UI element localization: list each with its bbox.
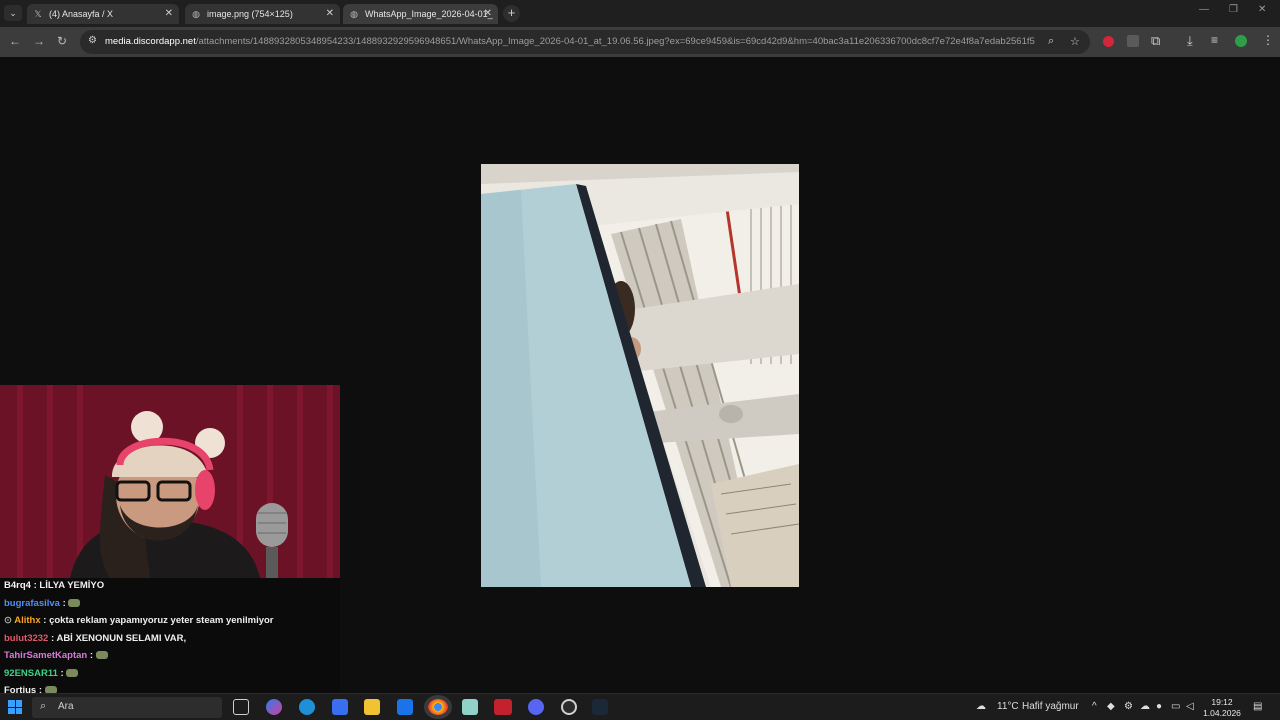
chat-username[interactable]: Alithx — [14, 615, 40, 626]
back-icon[interactable]: ← — [9, 34, 21, 48]
streamer-webcam — [0, 385, 340, 578]
browser-toolbar: ← → ↻ ⚙ media.discordapp.net/attachments… — [0, 27, 1280, 57]
chat-message: TahirSametKaptan : — [4, 650, 336, 668]
chat-separator: : — [87, 650, 96, 661]
profile-avatar-icon[interactable] — [1235, 35, 1247, 47]
chat-message: 92ENSAR11 : — [4, 668, 336, 686]
microphone-icon[interactable]: ● — [1156, 701, 1162, 712]
chat-separator: : — [59, 597, 69, 609]
reload-icon[interactable]: ↻ — [57, 34, 67, 48]
chat-text: çokta reklam yapamıyoruz yeter steam yen… — [49, 615, 274, 626]
tab-strip: ⌄ 𝕏 (4) Anasayfa / X ✕ ◍ image.png (754×… — [0, 0, 1280, 27]
obs-icon[interactable] — [561, 699, 577, 715]
tab-x-home[interactable]: 𝕏 (4) Anasayfa / X ✕ — [27, 4, 179, 24]
store-icon[interactable] — [332, 699, 348, 715]
stream-chat: B4rq4 : LİLYA YEMİYO bugrafasilva : ⊙ Ali… — [0, 578, 340, 696]
chevron-up-icon[interactable]: ^ — [1092, 701, 1097, 712]
chat-emote-icon — [68, 598, 81, 607]
chat-separator: : — [57, 667, 67, 679]
chat-message: bulut3232 : ABİ XENONUN SELAMI VAR, — [4, 633, 336, 651]
tray-app-icon[interactable]: ⚙ — [1124, 701, 1133, 712]
notification-icon[interactable]: ▤ — [1253, 701, 1262, 712]
extension-red-icon[interactable] — [1103, 36, 1114, 47]
chat-username[interactable]: TahirSametKaptan — [4, 650, 87, 661]
weather-temp[interactable]: 11°C — [997, 701, 1019, 712]
close-tab-icon[interactable]: ✕ — [484, 4, 492, 24]
viewed-photo[interactable] — [481, 164, 799, 587]
close-tab-icon[interactable]: ✕ — [326, 4, 334, 24]
chat-username[interactable]: bugrafasilva — [4, 598, 60, 609]
outlook-icon[interactable] — [397, 699, 413, 715]
tab-whatsapp-image[interactable]: ◍ WhatsApp_Image_2026-04-01_ ✕ — [343, 4, 498, 24]
volume-icon[interactable]: ◁ — [1186, 701, 1194, 712]
close-window-icon[interactable]: ✕ — [1258, 4, 1266, 15]
url-path: /attachments/1488932805348954233/1488932… — [195, 36, 1035, 47]
tab-title: WhatsApp_Image_2026-04-01_ — [365, 9, 493, 19]
chat-username[interactable]: 92ENSAR11 — [4, 668, 58, 679]
steam-icon[interactable] — [592, 699, 608, 715]
site-info-icon[interactable]: ⚙ — [88, 35, 97, 46]
weather-icon[interactable]: ☁ — [976, 701, 986, 712]
tab-image-png[interactable]: ◍ image.png (754×125) ✕ — [185, 4, 340, 24]
chat-text: ABİ XENONUN SELAMI VAR, — [56, 632, 187, 644]
tray-cloud-icon[interactable]: ☁ — [1140, 701, 1150, 712]
weather-desc[interactable]: Hafif yağmur — [1022, 701, 1079, 712]
chat-username[interactable]: B4rq4 — [4, 580, 31, 591]
url-text[interactable]: media.discordapp.net/attachments/1488932… — [105, 36, 1035, 47]
globe-icon: ◍ — [192, 9, 200, 19]
edge-icon[interactable] — [299, 699, 315, 715]
tab-search-button[interactable]: ⌄ — [4, 5, 22, 21]
search-icon: ⌕ — [40, 700, 47, 712]
notes-app-icon[interactable] — [462, 699, 478, 715]
minimize-icon[interactable]: — — [1199, 4, 1209, 15]
start-windows-icon[interactable] — [8, 700, 22, 714]
network-icon[interactable]: ▭ — [1171, 701, 1180, 712]
extensions-puzzle-icon[interactable]: ⧉ — [1151, 33, 1160, 49]
chat-message: B4rq4 : LİLYA YEMİYO — [4, 580, 336, 598]
discord-icon[interactable] — [528, 699, 544, 715]
chat-separator: : — [40, 615, 50, 626]
url-host: media.discordapp.net — [105, 36, 196, 47]
x-logo-icon: 𝕏 — [34, 9, 42, 19]
chat-badge-icon: ⊙ — [4, 615, 15, 626]
copilot-icon[interactable] — [266, 699, 282, 715]
extension-slash-icon[interactable] — [1127, 35, 1139, 47]
tab-title: (4) Anasayfa / X — [49, 9, 114, 19]
chrome-icon[interactable] — [424, 695, 452, 719]
address-bar[interactable]: ⚙ media.discordapp.net/attachments/14889… — [80, 30, 1090, 54]
close-tab-icon[interactable]: ✕ — [165, 4, 173, 24]
new-tab-button[interactable]: + — [503, 5, 520, 22]
menu-kebab-icon[interactable]: ⋮ — [1262, 33, 1274, 47]
chat-message: ⊙ Alithx : çokta reklam yapamıyoruz yete… — [4, 615, 336, 633]
chat-emote-icon — [95, 651, 108, 660]
zoom-icon[interactable]: ⌕ — [1048, 35, 1054, 48]
globe-icon: ◍ — [350, 9, 358, 19]
media-app-icon[interactable] — [494, 699, 512, 715]
bookmark-star-icon[interactable]: ☆ — [1070, 35, 1080, 48]
file-explorer-icon[interactable] — [364, 699, 380, 715]
clock-date: 1.04.2026 — [1203, 708, 1241, 718]
task-view-icon[interactable] — [233, 699, 249, 715]
system-clock[interactable]: 19:12 1.04.2026 — [1200, 697, 1244, 719]
chat-message: bugrafasilva : — [4, 598, 336, 616]
search-placeholder: Ara — [58, 701, 74, 712]
tray-steam-icon[interactable]: ◆ — [1107, 701, 1115, 712]
tab-title: image.png (754×125) — [207, 9, 293, 19]
clock-time: 19:12 — [1211, 697, 1233, 707]
reading-list-icon[interactable]: ≡ — [1211, 33, 1218, 47]
windows-taskbar: ⌕ Ara ☁ 11°C Hafif yağmur ^ ◆ ⚙ ☁ ● ▭ ◁ … — [0, 693, 1280, 720]
restore-icon[interactable]: ❐ — [1229, 4, 1238, 15]
chat-username[interactable]: bulut3232 — [4, 633, 48, 644]
taskbar-search[interactable]: ⌕ Ara — [32, 697, 222, 718]
download-icon[interactable]: ⤓ — [1187, 33, 1193, 49]
chat-text: LİLYA YEMİYO — [39, 580, 105, 591]
forward-icon[interactable]: → — [33, 34, 45, 48]
chat-emote-icon — [66, 668, 79, 677]
